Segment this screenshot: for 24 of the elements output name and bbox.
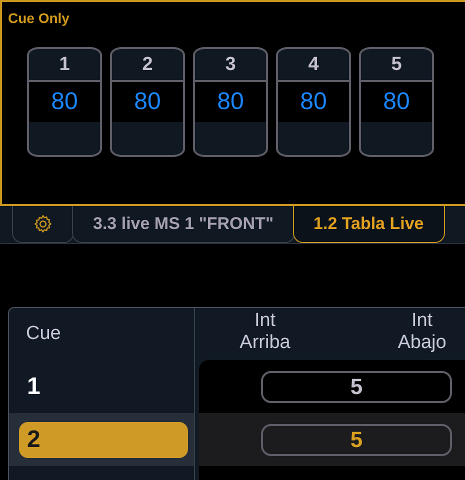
column-header: Int Arriba [240,310,290,354]
fader-value: 80 [112,82,183,122]
fader-value: 80 [278,82,349,122]
value-field[interactable]: 5 [261,424,452,456]
fader-card[interactable]: 3 80 [193,47,268,157]
settings-tab[interactable] [12,206,74,243]
panel-title: Cue Only [8,10,70,26]
column-header: Cue [26,323,61,345]
column-header: Int Abajo [398,310,446,354]
fader-card[interactable]: 4 80 [276,47,351,157]
value-field[interactable]: 5 [261,370,452,402]
tab[interactable]: 1.2 Tabla Live [292,206,445,243]
cue-number[interactable]: 2 [19,422,188,458]
fader-value: 80 [29,82,100,122]
fader-card[interactable]: 5 80 [359,47,434,157]
table-row[interactable]: 2 [9,413,194,466]
cue-number[interactable]: 1 [19,368,188,404]
tab[interactable]: 3.3 live MS 1 "FRONT" [72,206,295,243]
fader-value: 80 [361,82,432,122]
settings-icon [33,214,53,234]
fader-card[interactable]: 2 80 [110,47,185,157]
fader-value: 80 [195,82,266,122]
fader-card[interactable]: 1 80 [27,47,102,157]
table-row[interactable]: 1 [9,360,194,413]
